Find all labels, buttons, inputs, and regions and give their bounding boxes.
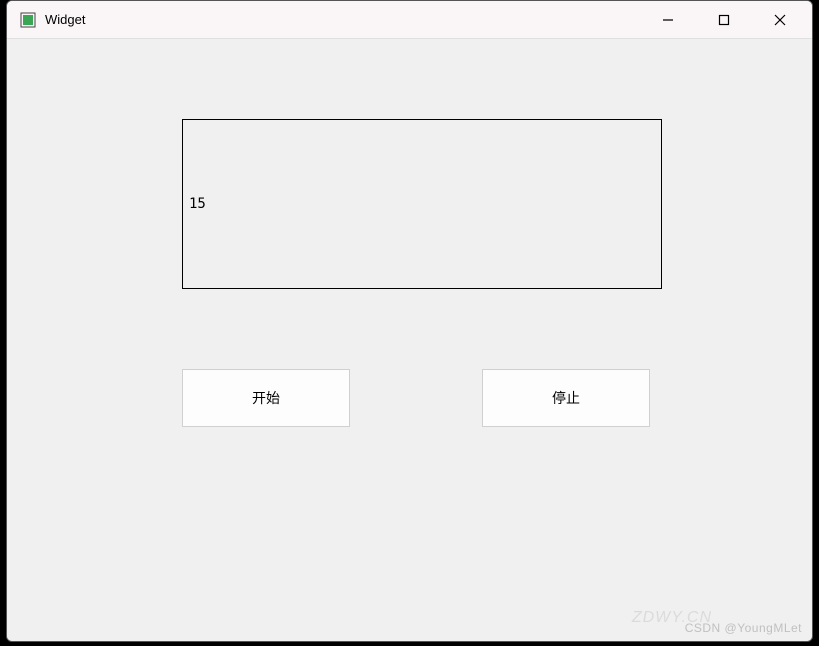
window-title: Widget [45, 12, 640, 27]
display-label: 15 [182, 119, 662, 289]
client-area: 15 开始 停止 ZDWY.CN CSDN @YoungMLet [7, 39, 812, 641]
watermark-text-1: CSDN @YoungMLet [685, 621, 802, 635]
watermark-text-2: ZDWY.CN [632, 609, 712, 627]
close-button[interactable] [752, 1, 808, 39]
stop-button[interactable]: 停止 [482, 369, 650, 427]
app-window: Widget 15 开始 停止 ZDWY.CN CSDN @YoungMLet [6, 0, 813, 642]
window-controls [640, 1, 808, 39]
maximize-button[interactable] [696, 1, 752, 39]
titlebar: Widget [7, 1, 812, 39]
app-icon [19, 11, 37, 29]
start-button[interactable]: 开始 [182, 369, 350, 427]
minimize-button[interactable] [640, 1, 696, 39]
